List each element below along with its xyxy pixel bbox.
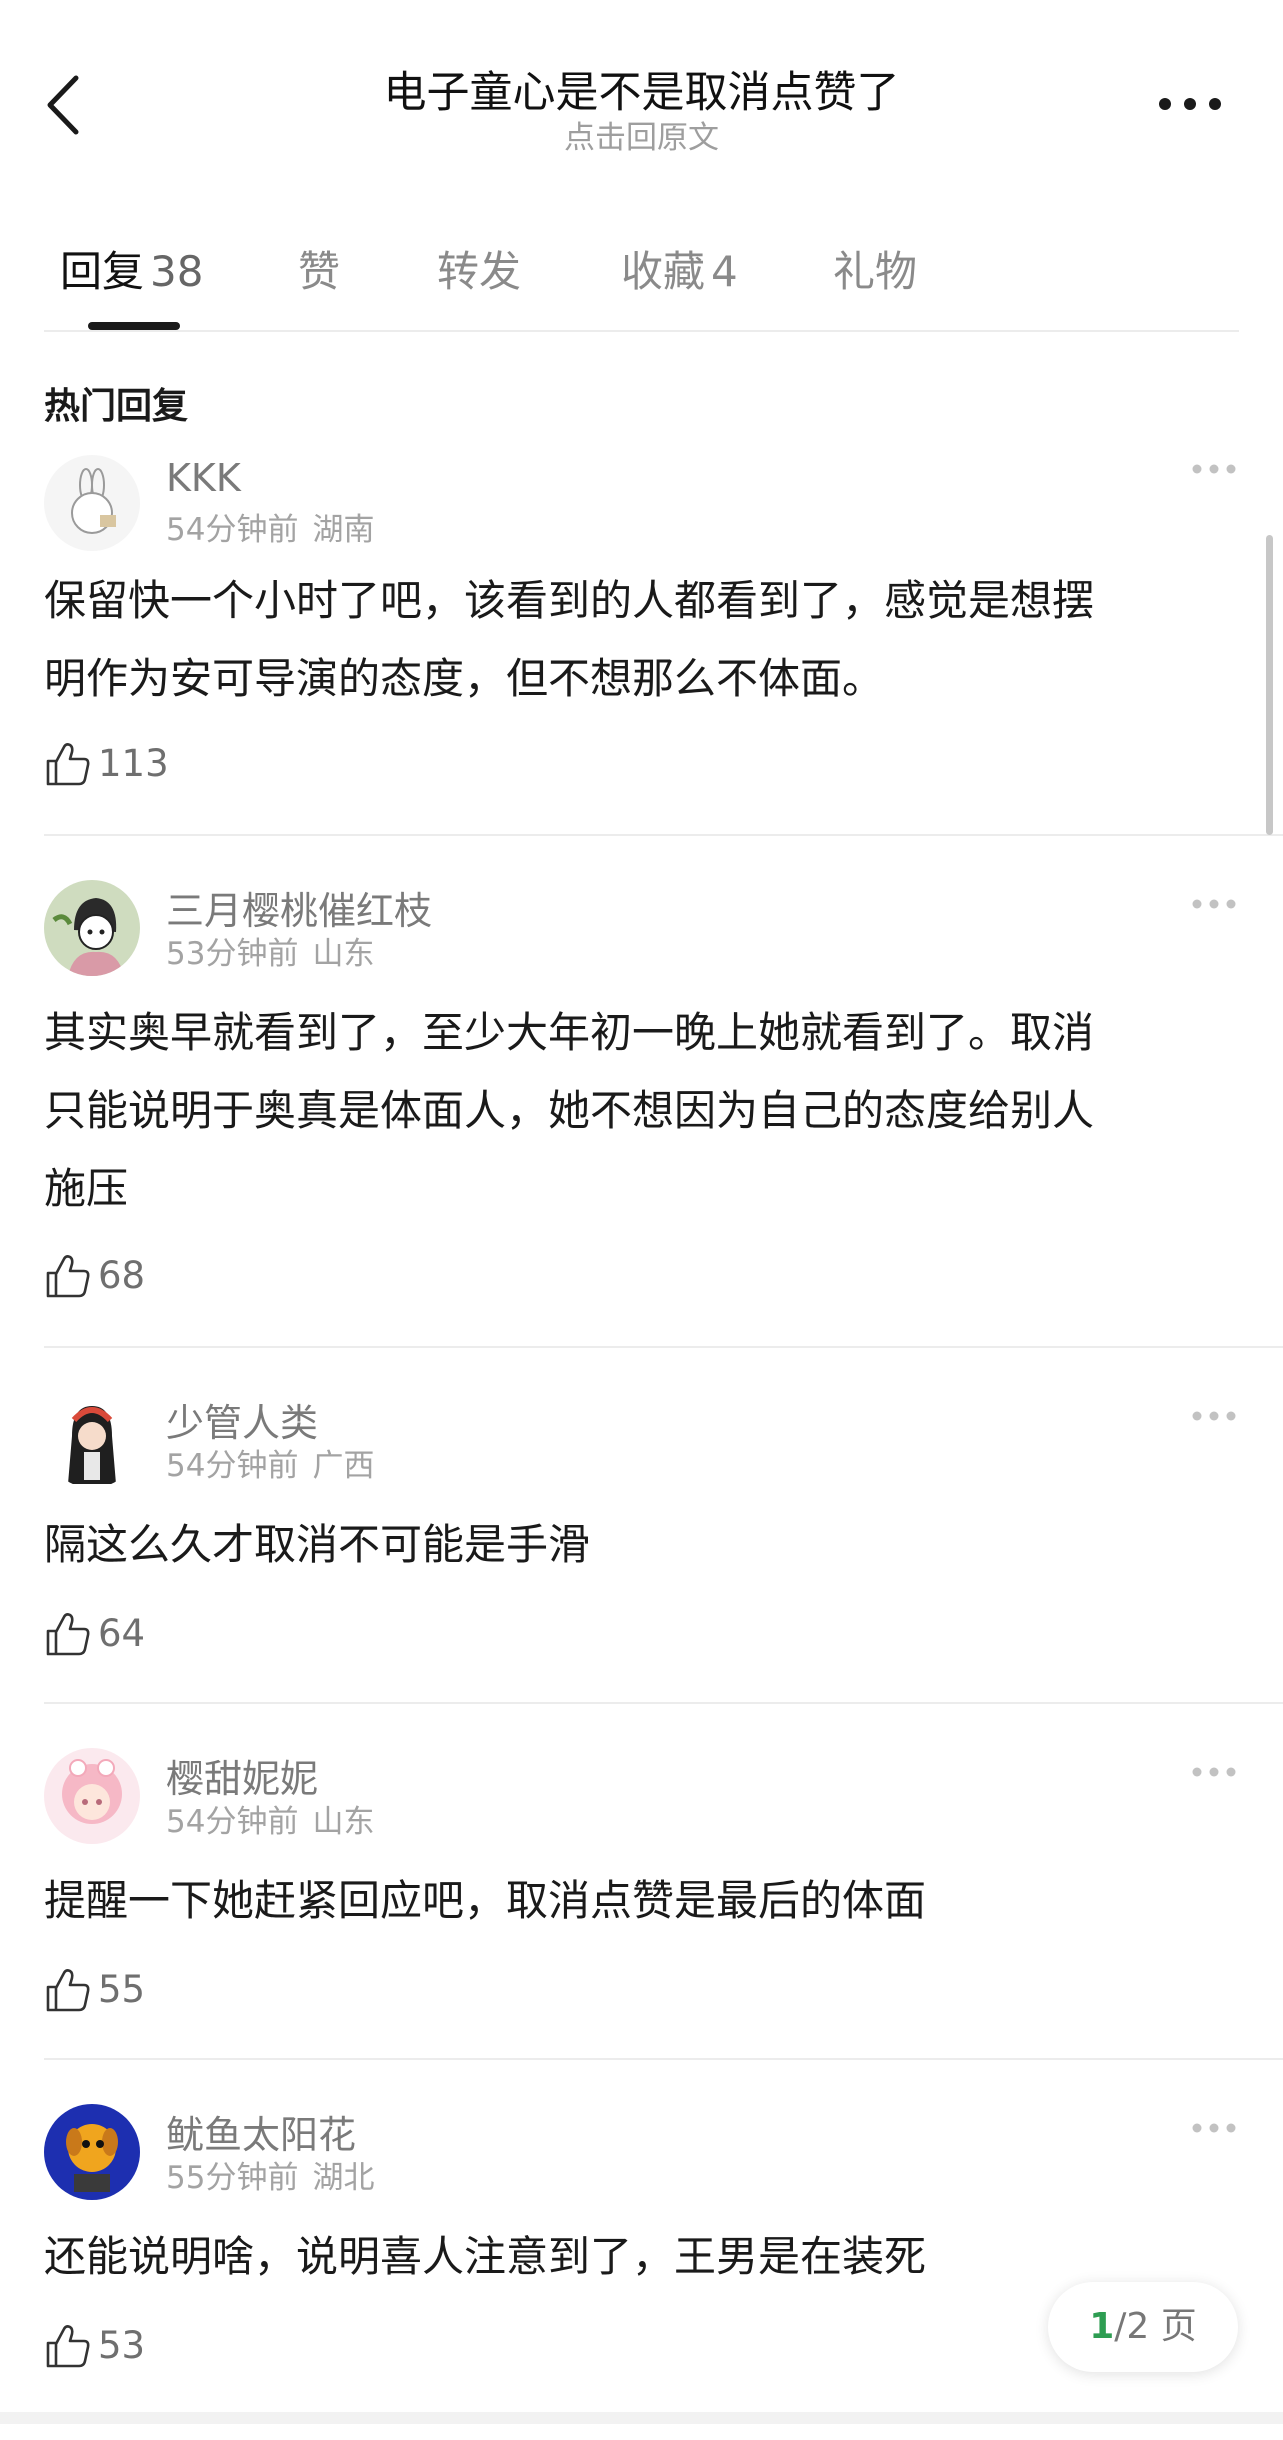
comment-location: 湖北 [312, 2160, 375, 2196]
more-options-icon[interactable] [1190, 462, 1238, 476]
comment-item: KKK 54分钟前 湖南 保留快一个小时了吧，该看到的人都看到了，感觉是想摆 明作… [0, 440, 1283, 800]
bottom-edge [0, 2412, 1283, 2424]
comment-meta: 54分钟前 广西 [166, 1440, 374, 1485]
thumbs-up-icon[interactable] [44, 1610, 92, 1658]
tab-likes[interactable]: 赞 [298, 238, 340, 299]
comment-location: 湖南 [312, 512, 375, 548]
active-tab-indicator [88, 322, 180, 330]
tab-label: 转发 [437, 247, 522, 296]
total-pages: /2 页 [1114, 2306, 1197, 2347]
comment-time: 54分钟前 [166, 1804, 299, 1840]
comment-meta: 53分钟前 山东 [166, 928, 374, 973]
thumbs-up-icon[interactable] [44, 1966, 92, 2014]
comment-item: 樱甜妮妮 54分钟前 山东 提醒一下她赶紧回应吧，取消点赞是最后的体面 55 [0, 1724, 1283, 2084]
comment-line: 提醒一下她赶紧回应吧，取消点赞是最后的体面 [44, 1876, 927, 1925]
more-options-icon[interactable] [1190, 1765, 1238, 1779]
tab-label: 回复 [60, 247, 145, 296]
user-avatar[interactable] [44, 1392, 140, 1488]
thumbs-up-icon[interactable] [44, 1252, 92, 1300]
comment-location: 广西 [312, 1448, 375, 1484]
username[interactable]: KKK [166, 456, 241, 500]
comment-divider [44, 1702, 1283, 1704]
more-options-icon[interactable] [1190, 897, 1238, 911]
comment-line: 其实奥早就看到了，至少大年初一晚上她就看到了。取消 [44, 1008, 1095, 1057]
comment-line: 明作为安可导演的态度，但不想那么不体面。 [44, 654, 885, 703]
more-options-icon[interactable] [1190, 2121, 1238, 2135]
thumbs-up-icon[interactable] [44, 740, 92, 788]
username[interactable]: 鱿鱼太阳花 [166, 2104, 356, 2159]
like-count: 113 [98, 742, 169, 785]
comment-item: 三月樱桃催红枝 53分钟前 山东 其实奥早就看到了，至少大年初一晚上她就看到了。取… [0, 856, 1283, 1298]
comment-time: 54分钟前 [166, 512, 299, 548]
comment-meta: 55分钟前 湖北 [166, 2152, 374, 2197]
comment-divider [44, 2058, 1283, 2060]
tab-favorites[interactable]: 收藏 4 [621, 238, 738, 299]
tab-replies[interactable]: 回复 38 [60, 238, 203, 299]
comment-item: 少管人类 54分钟前 广西 隔这么久才取消不可能是手滑 64 [0, 1368, 1283, 1728]
comment-location: 山东 [312, 936, 375, 972]
comment-line: 还能说明啥，说明喜人注意到了，王男是在装死 [44, 2232, 927, 2281]
tab-count: 4 [711, 247, 738, 296]
tab-label: 收藏 [621, 247, 706, 296]
tab-label: 礼物 [833, 247, 918, 296]
comment-divider [44, 834, 1283, 836]
user-avatar[interactable] [44, 880, 140, 976]
comment-line: 只能说明于奥真是体面人，她不想因为自己的态度给别人 [44, 1086, 1095, 1135]
like-count: 68 [98, 1254, 146, 1297]
page-indicator[interactable]: 1/2 页 [1048, 2282, 1238, 2372]
comment-line: 施压 [44, 1164, 129, 1213]
section-title: 热门回复 [44, 386, 189, 427]
user-avatar[interactable] [44, 455, 140, 551]
thumbs-up-icon[interactable] [44, 2322, 92, 2370]
more-options-icon[interactable] [1190, 1409, 1238, 1423]
user-avatar[interactable] [44, 1748, 140, 1844]
comment-text: 其实奥早就看到了，至少大年初一晚上她就看到了。取消 只能说明于奥真是体面人，她不… [44, 994, 1244, 1228]
comment-item: 鱿鱼太阳花 55分钟前 湖北 还能说明啥，说明喜人注意到了，王男是在装死 53 [0, 2080, 1283, 2440]
comment-location: 山东 [312, 1804, 375, 1840]
like-count: 55 [98, 1968, 146, 2011]
comment-text: 提醒一下她赶紧回应吧，取消点赞是最后的体面 [44, 1862, 1244, 1940]
comment-text: 隔这么久才取消不可能是手滑 [44, 1506, 1244, 1584]
tab-gifts[interactable]: 礼物 [833, 238, 917, 299]
like-count: 64 [98, 1612, 146, 1655]
comment-text: 还能说明啥，说明喜人注意到了，王男是在装死 [44, 2218, 1244, 2296]
page-title: 电子童心是不是取消点赞了 [383, 68, 900, 118]
comment-time: 53分钟前 [166, 936, 299, 972]
comment-line: 隔这么久才取消不可能是手滑 [44, 1520, 591, 1569]
back-to-original-link[interactable]: 点击回原文 [0, 112, 1283, 157]
tab-reposts[interactable]: 转发 [437, 238, 521, 299]
current-page: 1 [1089, 2306, 1115, 2347]
more-options-icon[interactable] [1155, 92, 1225, 116]
comment-text: 保留快一个小时了吧，该看到的人都看到了，感觉是想摆 明作为安可导演的态度，但不想… [44, 562, 1244, 718]
scrollbar[interactable] [1266, 535, 1273, 835]
username[interactable]: 樱甜妮妮 [166, 1748, 318, 1803]
comment-meta: 54分钟前 山东 [166, 1796, 374, 1841]
like-count: 53 [98, 2324, 146, 2367]
comment-time: 55分钟前 [166, 2160, 299, 2196]
username[interactable]: 三月樱桃催红枝 [166, 880, 432, 935]
username[interactable]: 少管人类 [166, 1392, 318, 1447]
comment-meta: 54分钟前 湖南 [166, 504, 374, 549]
comment-time: 54分钟前 [166, 1448, 299, 1484]
tabs-divider [44, 330, 1239, 332]
user-avatar[interactable] [44, 2104, 140, 2200]
comment-divider [44, 1346, 1283, 1348]
comment-line: 保留快一个小时了吧，该看到的人都看到了，感觉是想摆 [44, 576, 1095, 625]
tab-label: 赞 [298, 247, 341, 296]
tab-count: 38 [150, 247, 204, 296]
